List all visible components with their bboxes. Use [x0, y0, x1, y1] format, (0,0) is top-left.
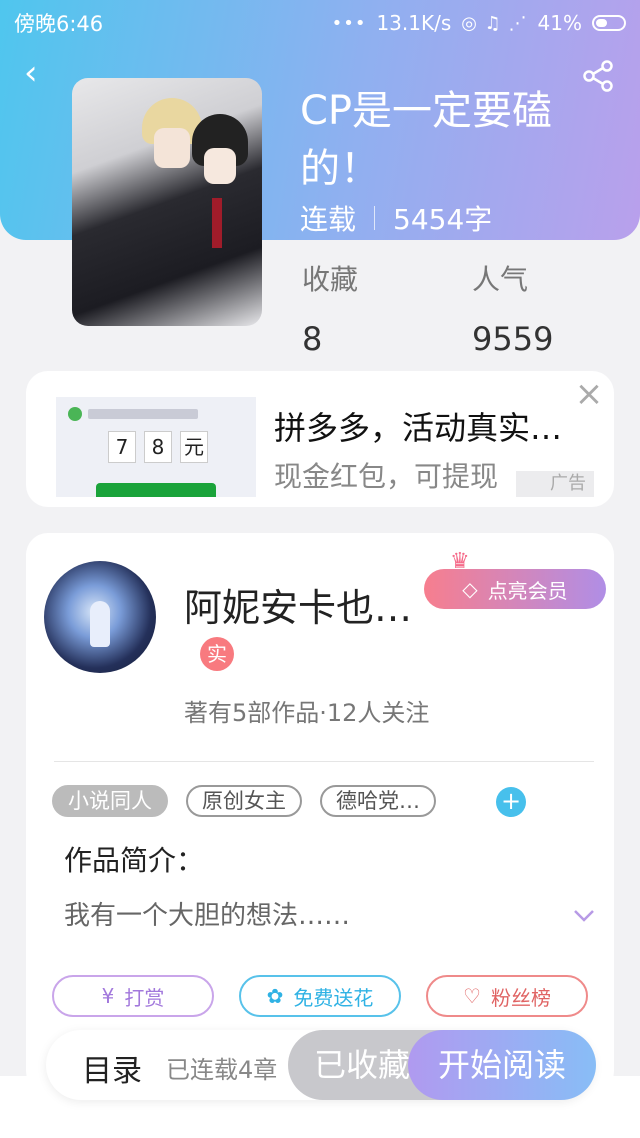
author-card: 阿妮安卡也… ♛ ◇ 点亮会员 实 著有5部作品·12人关注 小说同人 原创女主…	[26, 533, 614, 1093]
ad-unit: 元	[180, 431, 208, 463]
author-name[interactable]: 阿妮安卡也…	[184, 577, 412, 632]
intro-text: 我有一个大胆的想法……	[64, 901, 351, 931]
signal-icon: ◎ ♫ ⋰	[461, 12, 528, 34]
ad-card[interactable]: 7 8 元 拼多多，活动真实… 现金红包，可提现 × 广告	[26, 371, 614, 507]
tag-item[interactable]: 德哈党…	[320, 785, 436, 817]
ad-subtitle: 现金红包，可提现	[274, 460, 499, 493]
book-meta: 连载 5454字	[300, 198, 492, 238]
cover-art	[204, 148, 236, 184]
ad-digit: 8	[144, 431, 172, 463]
diamond-icon: ◇	[462, 577, 478, 601]
close-icon[interactable]: ×	[574, 377, 604, 411]
intro-label: 作品简介：	[64, 844, 205, 877]
status-time: 傍晚6:46	[14, 12, 104, 36]
reward-label: 打赏	[124, 985, 165, 1010]
author-stats: 著有5部作品·12人关注	[184, 699, 430, 727]
send-flower-label: 免费送花	[293, 985, 374, 1010]
check-icon	[68, 407, 82, 421]
user-heart-icon: ♡	[463, 984, 481, 1008]
battery-percent: 41%	[537, 11, 582, 35]
add-tag-icon[interactable]: +	[496, 787, 526, 817]
ad-image-header	[88, 409, 198, 419]
ad-tag: 广告	[516, 471, 594, 497]
fans-ranking-label: 粉丝榜	[490, 985, 551, 1010]
dots-icon: •••	[331, 12, 367, 34]
avatar-figure	[90, 601, 110, 647]
tag-item[interactable]: 原创女主	[186, 785, 302, 817]
back-icon[interactable]: ‹	[24, 56, 54, 90]
favorites-label: 收藏	[302, 263, 359, 296]
ad-title: 拼多多，活动真实…	[274, 409, 563, 447]
network-speed: 13.1K/s	[376, 11, 452, 35]
start-reading-button[interactable]: 开始阅读	[408, 1030, 596, 1100]
reward-button[interactable]: ¥ 打赏	[52, 975, 214, 1017]
popularity-label: 人气	[472, 263, 529, 296]
verified-badge: 实	[200, 637, 234, 671]
toc-count[interactable]: 已连载4章	[166, 1050, 277, 1085]
book-title: CP是一定要磕的！	[300, 88, 553, 192]
popularity-stat: 人气 9559	[472, 258, 553, 358]
favorites-value: 8	[302, 320, 323, 358]
battery-icon	[592, 15, 626, 31]
tag-item[interactable]: 小说同人	[52, 785, 168, 817]
flower-icon: ✿	[266, 984, 284, 1008]
book-cover[interactable]	[72, 78, 262, 326]
tag-list: 小说同人 原创女主 德哈党…	[52, 785, 436, 817]
avatar[interactable]	[44, 561, 156, 673]
ad-image: 7 8 元	[56, 397, 256, 497]
vip-button-label: 点亮会员	[487, 578, 568, 603]
status-bar: 傍晚6:46 ••• 13.1K/s ◎ ♫ ⋰ 41%	[0, 0, 640, 46]
vip-button[interactable]: ◇ 点亮会员	[424, 569, 606, 609]
fans-ranking-button[interactable]: ♡ 粉丝榜	[426, 975, 588, 1017]
action-row: ¥ 打赏 ✿ 免费送花 ♡ 粉丝榜	[52, 975, 588, 1017]
popularity-value: 9559	[472, 320, 554, 358]
divider	[54, 761, 594, 762]
ad-image-button	[96, 483, 216, 497]
cover-art	[154, 128, 190, 168]
chevron-down-icon[interactable]	[572, 903, 596, 927]
yen-icon: ¥	[101, 984, 115, 1008]
favorites-stat: 收藏 8	[302, 258, 358, 358]
bottom-bar: 目录 已连载4章 已收藏 开始阅读	[46, 1030, 596, 1100]
ad-digit: 7	[108, 431, 136, 463]
toc-button[interactable]: 目录	[82, 1046, 142, 1090]
book-status: 连载	[300, 203, 357, 236]
send-flower-button[interactable]: ✿ 免费送花	[239, 975, 401, 1017]
cover-art	[212, 198, 222, 248]
word-count: 5454字	[393, 203, 493, 236]
meta-divider	[374, 206, 376, 230]
